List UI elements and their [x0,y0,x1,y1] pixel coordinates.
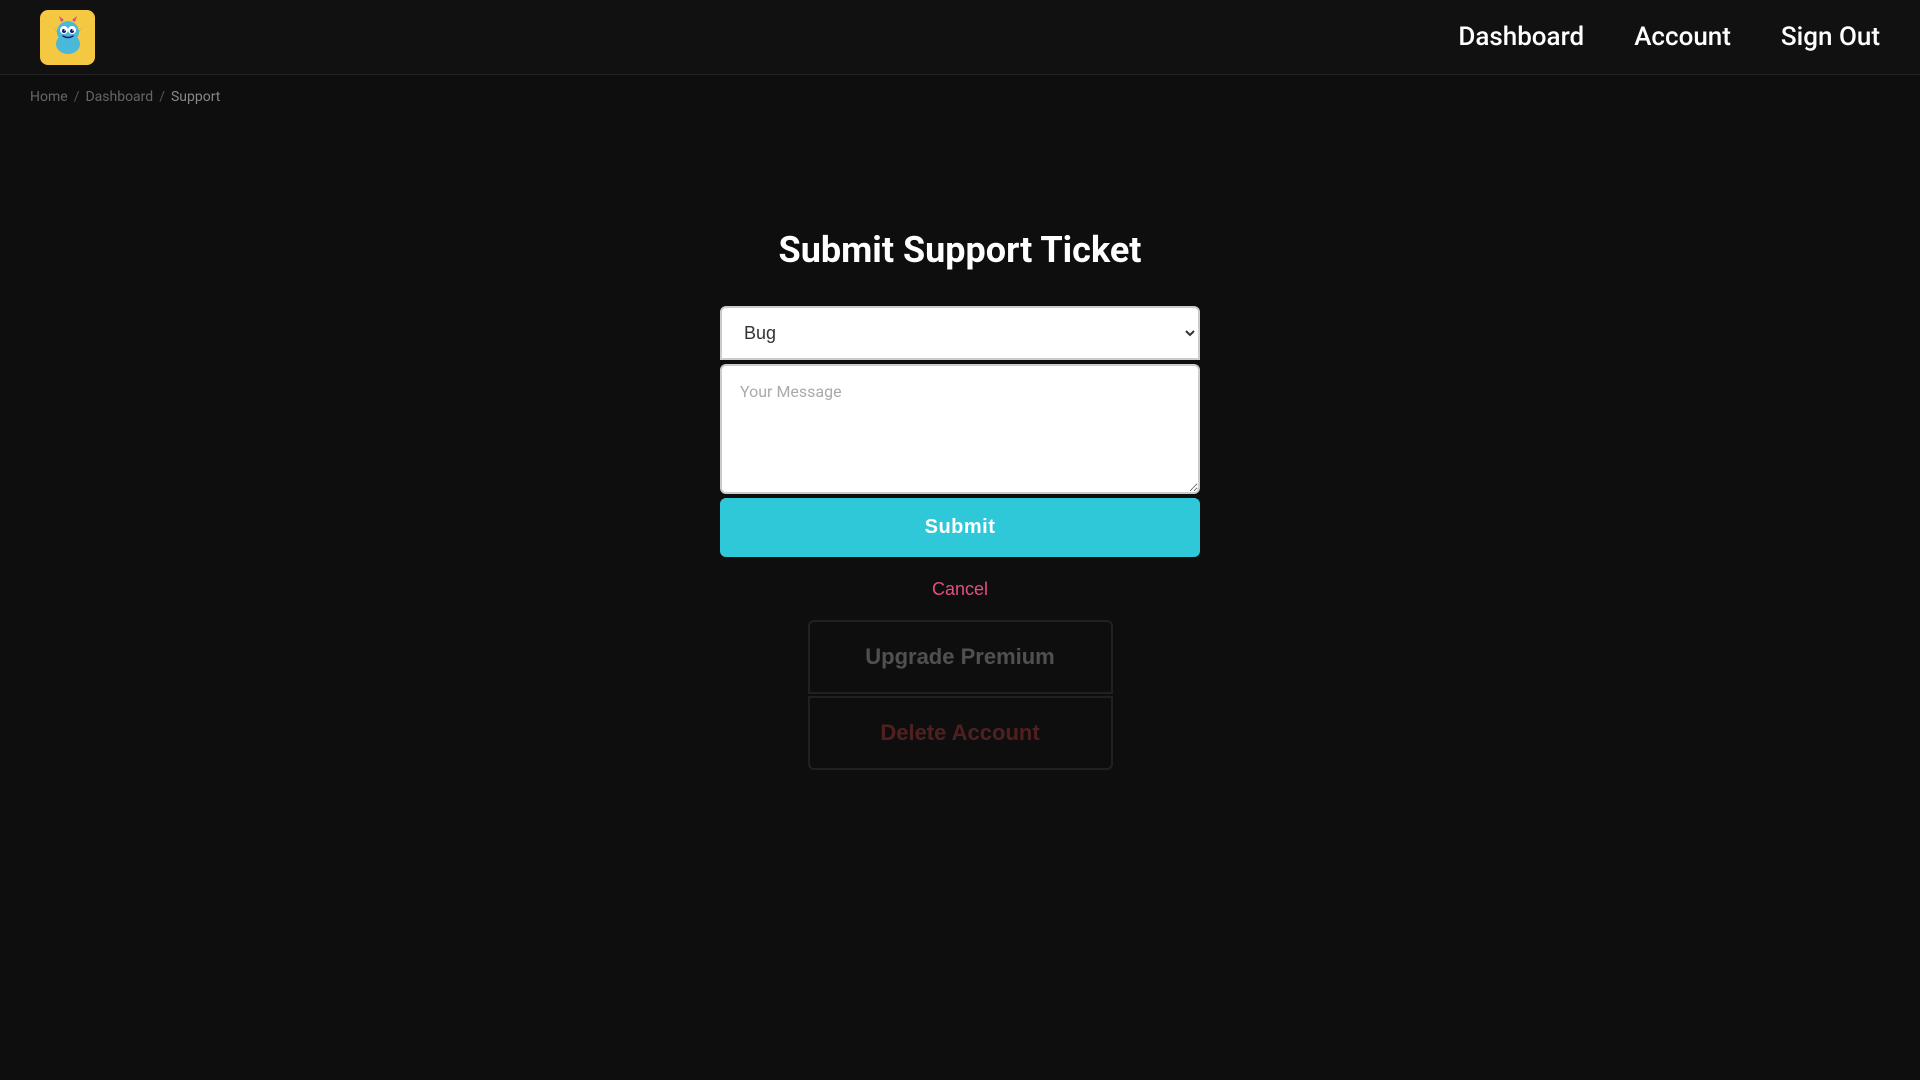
message-textarea[interactable] [720,364,1200,494]
nav-signout[interactable]: Sign Out [1781,22,1880,52]
main-content: Submit Support Ticket Bug Feature Reques… [0,119,1920,770]
breadcrumb-separator-2: / [159,89,165,105]
submit-button[interactable]: Submit [720,498,1200,557]
breadcrumb-separator-1: / [74,89,80,105]
header-nav: Dashboard Account Sign Out [1458,22,1880,52]
background-buttons: Upgrade Premium Delete Account [808,620,1113,770]
ticket-type-select[interactable]: Bug Feature Request General Inquiry Bill… [720,306,1200,360]
logo[interactable] [40,10,95,65]
breadcrumb: Home / Dashboard / Support [0,75,1920,119]
upgrade-premium-button[interactable]: Upgrade Premium [808,620,1113,694]
breadcrumb-dashboard[interactable]: Dashboard [85,89,153,105]
delete-account-button[interactable]: Delete Account [808,696,1113,770]
nav-dashboard[interactable]: Dashboard [1458,22,1584,52]
page-title: Submit Support Ticket [779,229,1142,271]
cancel-button[interactable]: Cancel [720,569,1200,610]
nav-account[interactable]: Account [1634,22,1731,52]
header: Dashboard Account Sign Out [0,0,1920,75]
support-form: Bug Feature Request General Inquiry Bill… [720,306,1200,630]
breadcrumb-current: Support [171,89,220,105]
breadcrumb-home[interactable]: Home [30,89,68,105]
